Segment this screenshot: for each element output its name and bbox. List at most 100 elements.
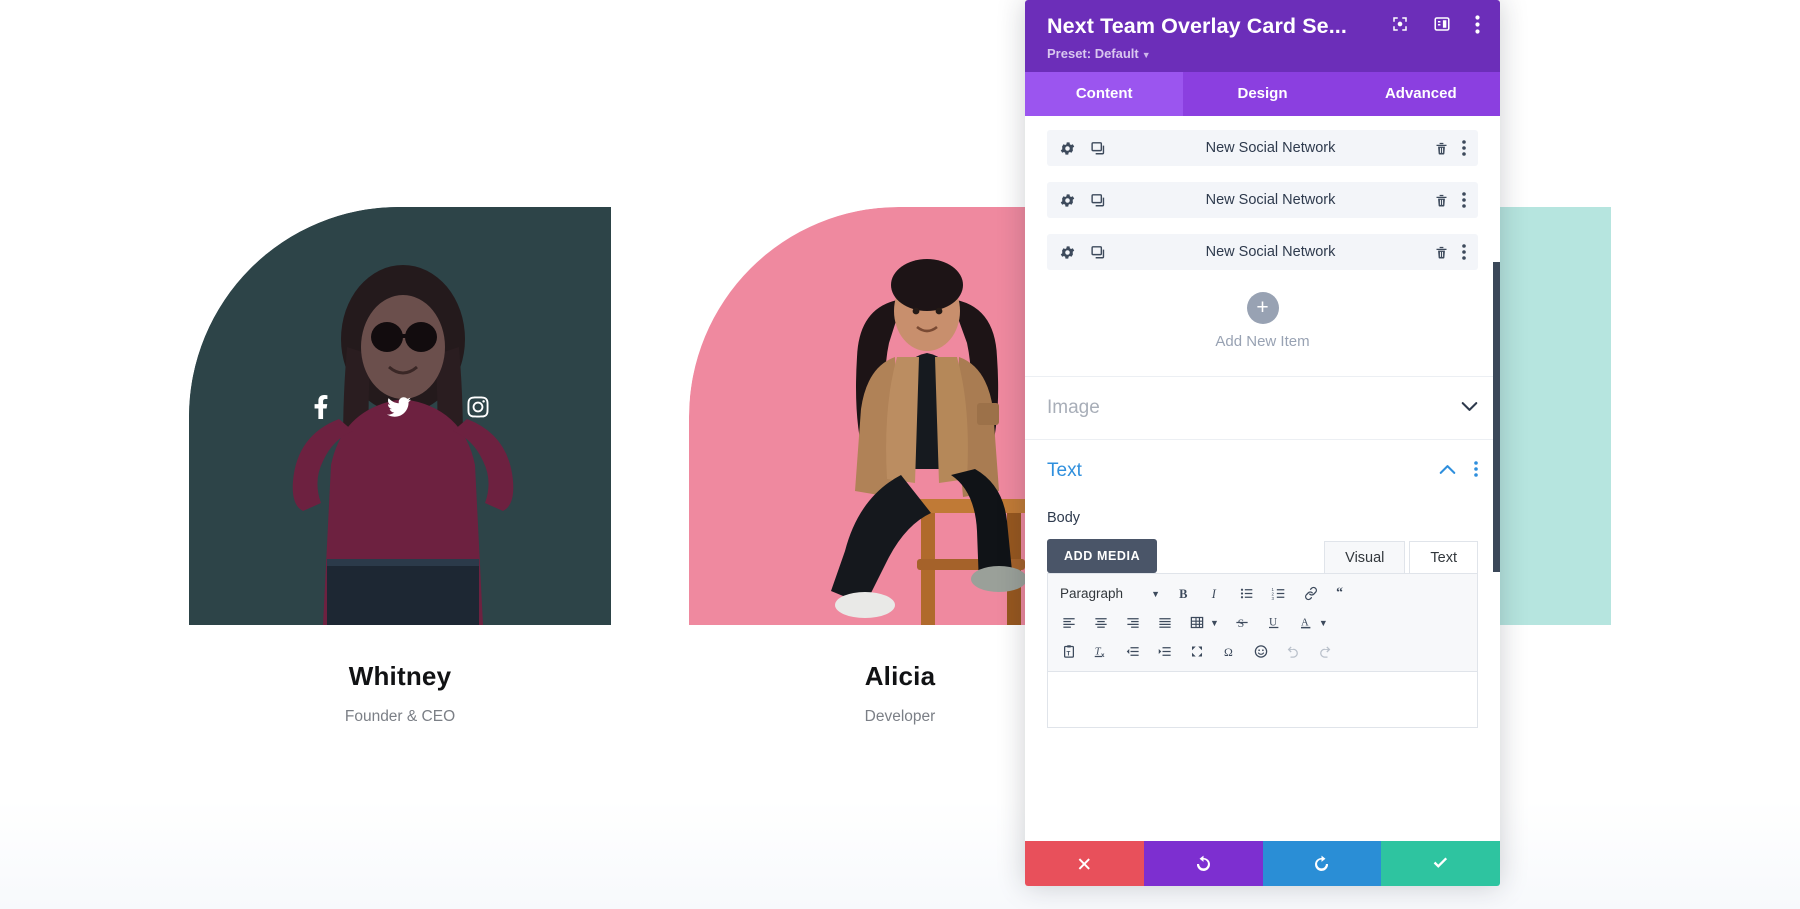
panel-body: New Social Network New Social Network Ne… — [1025, 116, 1500, 841]
instagram-icon[interactable] — [466, 395, 490, 419]
paste-as-text-icon[interactable]: T — [1054, 638, 1084, 665]
caret-down-icon[interactable]: ▼ — [1319, 618, 1334, 628]
panel-tabs: Content Design Advanced — [1025, 72, 1500, 116]
more-vertical-icon[interactable] — [1475, 14, 1480, 39]
undo-icon — [1194, 854, 1213, 873]
team-cards-row: Whitney Founder & CEO Alicia Developer — [0, 0, 1800, 909]
list-item[interactable]: New Social Network — [1047, 234, 1478, 270]
twitter-icon[interactable] — [386, 395, 412, 419]
list-item[interactable]: New Social Network — [1047, 130, 1478, 166]
team-member-role: Founder & CEO — [344, 708, 456, 725]
section-text: Text — [1025, 439, 1500, 502]
bulleted-list-icon[interactable] — [1232, 580, 1262, 607]
caret-down-icon[interactable]: ▼ — [1210, 618, 1225, 628]
format-select-value: Paragraph — [1060, 586, 1124, 601]
svg-text:I: I — [1210, 587, 1216, 601]
align-justify-icon[interactable] — [1150, 609, 1180, 636]
trash-icon[interactable] — [1434, 192, 1449, 209]
table-icon[interactable] — [1182, 609, 1212, 636]
save-button[interactable] — [1381, 841, 1500, 886]
outdent-icon[interactable] — [1118, 638, 1148, 665]
duplicate-icon[interactable] — [1090, 192, 1107, 209]
panel-header-actions — [1373, 14, 1480, 39]
caret-down-icon: ▼ — [1151, 588, 1160, 599]
redo-icon[interactable] — [1310, 638, 1340, 665]
gear-icon[interactable] — [1059, 140, 1076, 157]
undo-icon[interactable] — [1278, 638, 1308, 665]
caret-down-icon: ▼ — [1141, 50, 1151, 60]
svg-text:B: B — [1179, 587, 1187, 601]
more-vertical-icon[interactable] — [1462, 192, 1466, 208]
close-icon — [1076, 856, 1092, 872]
link-icon[interactable] — [1296, 580, 1326, 607]
special-character-icon[interactable]: Ω — [1214, 638, 1244, 665]
italic-icon[interactable]: I — [1200, 580, 1230, 607]
trash-icon[interactable] — [1434, 244, 1449, 261]
panel-header: Next Team Overlay Card Se... Preset: Def… — [1025, 0, 1500, 72]
section-text-title: Text — [1047, 460, 1082, 481]
more-vertical-icon[interactable] — [1462, 140, 1466, 156]
tab-text[interactable]: Text — [1409, 541, 1478, 573]
redo-button[interactable] — [1262, 841, 1382, 886]
strikethrough-icon[interactable]: S — [1227, 609, 1257, 636]
clear-formatting-icon[interactable]: Tx — [1086, 638, 1116, 665]
panel-scrollbar[interactable] — [1493, 262, 1500, 572]
gear-icon[interactable] — [1059, 244, 1076, 261]
list-item[interactable]: New Social Network — [1047, 182, 1478, 218]
focus-target-icon[interactable] — [1391, 15, 1409, 38]
duplicate-icon[interactable] — [1090, 140, 1107, 157]
page-canvas: Whitney Founder & CEO Alicia Developer — [0, 0, 1800, 909]
tab-advanced[interactable]: Advanced — [1341, 72, 1500, 116]
body-editor-area[interactable] — [1047, 672, 1478, 728]
body-field-group: Body ADD MEDIA Visual Text Paragraph ▼ B… — [1025, 510, 1500, 728]
emoji-icon[interactable] — [1246, 638, 1276, 665]
chevron-down-icon[interactable] — [1461, 399, 1478, 417]
gear-icon[interactable] — [1059, 192, 1076, 209]
tab-content[interactable]: Content — [1025, 72, 1184, 116]
section-image-header[interactable]: Image — [1047, 377, 1478, 439]
more-vertical-icon[interactable] — [1462, 244, 1466, 260]
duplicate-icon[interactable] — [1090, 244, 1107, 261]
fullscreen-icon[interactable] — [1182, 638, 1212, 665]
add-new-item-label: Add New Item — [1215, 333, 1310, 350]
module-settings-panel: Next Team Overlay Card Se... Preset: Def… — [1025, 0, 1500, 886]
tab-design[interactable]: Design — [1183, 72, 1342, 116]
svg-text:3: 3 — [1272, 596, 1275, 601]
section-image: Image — [1025, 376, 1500, 439]
redo-icon — [1312, 854, 1331, 873]
more-vertical-icon[interactable] — [1474, 460, 1478, 482]
editor-top-bar: ADD MEDIA Visual Text — [1047, 539, 1478, 573]
text-color-icon[interactable]: A — [1291, 609, 1321, 636]
editor-toolbar: Paragraph ▼ B I 123 “ ▼ U A ▼ T T x Ω — [1047, 573, 1478, 672]
team-card-social-links[interactable] — [189, 395, 611, 419]
team-card-photo — [189, 207, 611, 625]
layout-panel-icon[interactable] — [1433, 15, 1451, 38]
bold-icon[interactable]: B — [1168, 580, 1198, 607]
indent-icon[interactable] — [1150, 638, 1180, 665]
social-network-list: New Social Network New Social Network Ne… — [1025, 116, 1500, 376]
numbered-list-icon[interactable]: 123 — [1264, 580, 1294, 607]
align-center-icon[interactable] — [1086, 609, 1116, 636]
section-text-header[interactable]: Text — [1047, 440, 1478, 502]
chevron-up-icon[interactable] — [1439, 462, 1456, 480]
add-new-item-button[interactable]: + Add New Item — [1047, 286, 1478, 376]
facebook-icon[interactable] — [310, 395, 332, 419]
preset-selector[interactable]: Preset: Default ▼ — [1047, 46, 1480, 61]
trash-icon[interactable] — [1434, 140, 1449, 157]
list-item-label: New Social Network — [1205, 192, 1336, 208]
undo-button[interactable] — [1143, 841, 1263, 886]
team-card[interactable]: Whitney Founder & CEO — [189, 207, 611, 726]
check-icon — [1431, 854, 1450, 873]
tab-visual[interactable]: Visual — [1324, 541, 1406, 573]
align-left-icon[interactable] — [1054, 609, 1084, 636]
svg-text:“: “ — [1336, 586, 1343, 600]
team-member-name: Whitney — [348, 661, 452, 691]
editor-toolbar-row: Paragraph ▼ B I 123 “ — [1054, 579, 1471, 608]
svg-text:T: T — [1067, 650, 1071, 657]
add-media-button[interactable]: ADD MEDIA — [1047, 539, 1158, 573]
blockquote-icon[interactable]: “ — [1328, 580, 1358, 607]
cancel-button[interactable] — [1025, 841, 1144, 886]
align-right-icon[interactable] — [1118, 609, 1148, 636]
format-select[interactable]: Paragraph ▼ — [1054, 580, 1166, 607]
underline-icon[interactable]: U — [1259, 609, 1289, 636]
